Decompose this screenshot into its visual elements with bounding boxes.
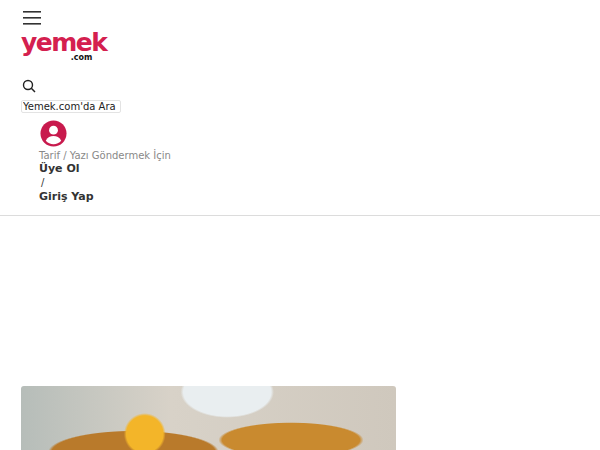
login-link[interactable]: Giriş Yap xyxy=(39,190,94,204)
account-box: Tarif / Yazı Göndermek İçin Üye Ol / Gir… xyxy=(21,120,600,204)
logo-domain[interactable]: .com xyxy=(71,54,93,62)
logo-name[interactable]: yemek xyxy=(21,31,106,55)
user-icon[interactable] xyxy=(40,120,67,147)
search-icon[interactable] xyxy=(22,79,36,93)
account-caption: Tarif / Yazı Göndermek İçin xyxy=(39,149,171,162)
site-logo[interactable]: yemek .com xyxy=(21,31,106,62)
site-header: yemek .com Tarif / Yazı Göndermek İçin Ü… xyxy=(0,0,600,204)
register-link[interactable]: Üye Ol xyxy=(39,162,80,176)
recipe-photo[interactable] xyxy=(21,386,396,450)
ad-space xyxy=(0,216,600,386)
header-divider xyxy=(0,215,600,216)
search-input[interactable] xyxy=(21,100,121,113)
link-separator: / xyxy=(39,176,44,190)
menu-icon[interactable] xyxy=(23,11,43,25)
